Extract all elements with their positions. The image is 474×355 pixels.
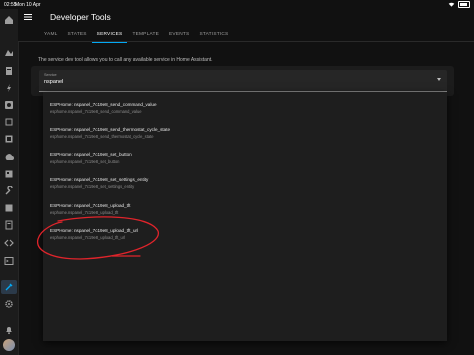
list-item-title: ESPHome: nspanel_7c19e8_upload_tft_url xyxy=(50,228,139,233)
dropdown-arrow-icon[interactable] xyxy=(437,78,441,81)
list-item[interactable]: ESPHome: nspanel_7c19e8_upload_tft_url e… xyxy=(50,228,138,240)
studio-code-icon[interactable] xyxy=(4,220,14,230)
status-bar: 02:55 Mon 10 Apr xyxy=(0,0,474,9)
service-select[interactable]: Service nspanel xyxy=(39,70,447,92)
service-dropdown-list: ESPHome: nspanel_7c19e8_send_command_val… xyxy=(43,92,447,341)
history-icon[interactable] xyxy=(4,83,14,93)
wifi-icon xyxy=(448,2,455,7)
developer-tools-icon[interactable] xyxy=(4,282,14,292)
page-title: Developer Tools xyxy=(50,12,111,22)
terminal-icon[interactable] xyxy=(4,203,14,213)
energy-icon[interactable] xyxy=(4,134,14,144)
list-item-subtitle: esphome.nspanel_7c19e8_set_settings_enti… xyxy=(50,184,135,189)
list-item[interactable]: ESPHome: nspanel_7c19e8_set_button espho… xyxy=(50,152,132,164)
header-divider xyxy=(18,41,474,42)
list-item[interactable]: ESPHome: nspanel_7c19e8_send_command_val… xyxy=(50,102,157,114)
calendar-icon[interactable] xyxy=(4,152,14,162)
avatar[interactable] xyxy=(3,339,15,351)
toolbar: Developer Tools YAML STATES SERVICES TEM… xyxy=(18,9,474,43)
list-item-title: ESPHome: nspanel_7c19e8_upload_tft xyxy=(50,203,131,208)
list-item-title: ESPHome: nspanel_7c19e8_send_thermostat_… xyxy=(50,127,171,132)
settings-icon[interactable] xyxy=(4,299,14,309)
status-date: Mon 10 Apr xyxy=(15,2,41,8)
list-item-subtitle: esphome.nspanel_7c19e8_send_thermostat_c… xyxy=(50,134,154,139)
list-item-title: ESPHome: nspanel_7c19e8_send_command_val… xyxy=(50,102,157,107)
console-icon[interactable] xyxy=(4,256,14,266)
list-item-subtitle: esphome.nspanel_7c19e8_upload_tft xyxy=(50,210,119,215)
list-item-title: ESPHome: nspanel_7c19e8_set_settings_ent… xyxy=(50,177,149,182)
list-item[interactable]: ESPHome: nspanel_7c19e8_send_thermostat_… xyxy=(50,127,170,139)
code-icon[interactable] xyxy=(4,238,14,248)
tools-icon[interactable] xyxy=(4,186,14,196)
notifications-icon[interactable] xyxy=(4,325,14,335)
list-item-title: ESPHome: nspanel_7c19e8_set_button xyxy=(50,152,132,157)
list-item[interactable]: ESPHome: nspanel_7c19e8_upload_tft espho… xyxy=(50,203,130,215)
service-field-label: Service xyxy=(44,73,57,77)
battery-icon xyxy=(458,1,470,8)
list-item-subtitle: esphome.nspanel_7c19e8_set_button xyxy=(50,159,120,164)
list-item[interactable]: ESPHome: nspanel_7c19e8_set_settings_ent… xyxy=(50,177,148,189)
sidebar xyxy=(0,9,19,355)
list-item-subtitle: esphome.nspanel_7c19e8_upload_tft_url xyxy=(50,235,126,240)
service-field-value[interactable]: nspanel xyxy=(44,79,63,85)
logbook-icon[interactable] xyxy=(4,66,14,76)
services-description: The service dev tool allows you to call … xyxy=(38,57,213,63)
hacs-icon[interactable] xyxy=(4,169,14,179)
list-item-subtitle: esphome.nspanel_7c19e8_send_command_valu… xyxy=(50,109,142,114)
media-icon[interactable] xyxy=(4,100,14,110)
todo-icon[interactable] xyxy=(4,117,14,127)
menu-icon[interactable] xyxy=(23,12,33,22)
map-icon[interactable] xyxy=(4,48,14,58)
overview-icon[interactable] xyxy=(4,15,14,25)
